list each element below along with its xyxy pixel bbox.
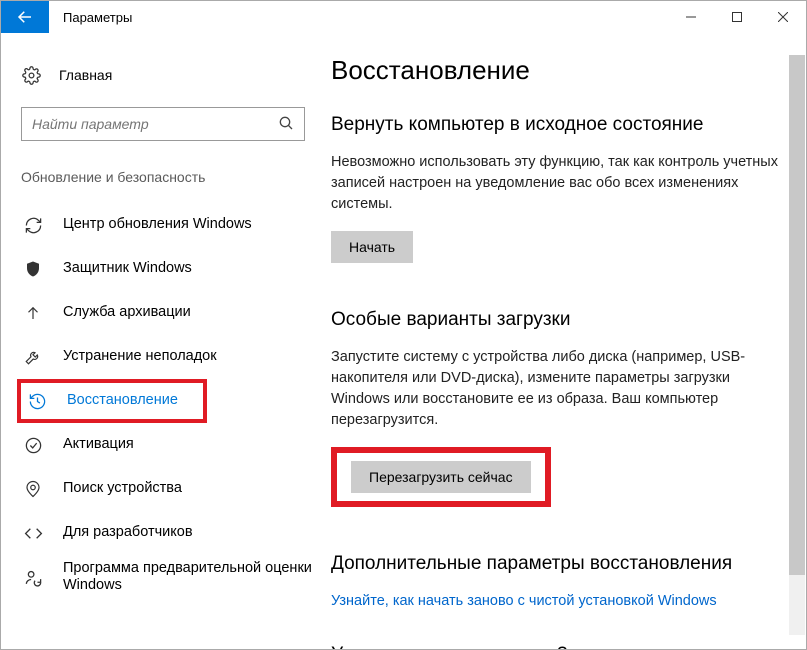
wrench-icon <box>23 348 43 366</box>
search-box[interactable] <box>21 107 305 141</box>
close-button[interactable] <box>760 1 806 33</box>
sidebar-item-activation[interactable]: Активация <box>21 423 331 467</box>
window-title: Параметры <box>63 10 132 25</box>
reset-heading: Вернуть компьютер в исходное состояние <box>331 114 786 136</box>
sync-icon <box>23 216 43 235</box>
page-title: Восстановление <box>331 55 786 86</box>
sidebar-item-label: Активация <box>63 436 331 453</box>
scrollbar[interactable] <box>789 55 805 635</box>
sidebar-item-label: Служба архивации <box>63 304 331 321</box>
section-more-recovery: Дополнительные параметры восстановления … <box>331 553 786 612</box>
scrollbar-thumb[interactable] <box>789 55 805 575</box>
sidebar-item-troubleshoot[interactable]: Устранение неполадок <box>21 335 331 379</box>
sidebar-item-insider[interactable]: Программа предварительной оценки Windows <box>21 555 331 599</box>
search-input[interactable] <box>32 116 278 132</box>
home-label: Главная <box>59 67 112 83</box>
history-icon <box>27 392 47 411</box>
sidebar-item-windows-update[interactable]: Центр обновления Windows <box>21 203 331 247</box>
check-circle-icon <box>23 436 43 455</box>
code-icon <box>23 524 43 543</box>
person-sync-icon <box>23 568 43 587</box>
shield-icon <box>23 260 43 278</box>
sidebar-item-label: Поиск устройства <box>63 480 331 497</box>
sidebar-item-label: Восстановление <box>67 392 203 409</box>
settings-window: Параметры Главная <box>0 0 807 650</box>
maximize-button[interactable] <box>714 1 760 33</box>
restart-now-button[interactable]: Перезагрузить сейчас <box>351 461 531 493</box>
minimize-button[interactable] <box>668 1 714 33</box>
sidebar-item-defender[interactable]: Защитник Windows <box>21 247 331 291</box>
sidebar-item-label: Программа предварительной оценки Windows <box>63 560 331 595</box>
sidebar-item-label: Для разработчиков <box>63 524 331 541</box>
section-faq: У вас появились вопросы? <box>331 644 786 649</box>
restart-highlight: Перезагрузить сейчас <box>331 447 551 507</box>
sidebar-item-backup[interactable]: Служба архивации <box>21 291 331 335</box>
sidebar-item-label: Защитник Windows <box>63 260 331 277</box>
sidebar-item-label: Устранение неполадок <box>63 348 331 365</box>
reset-body: Невозможно использовать эту функцию, так… <box>331 152 786 215</box>
advanced-body: Запустите систему с устройства либо диск… <box>331 347 786 431</box>
gear-icon <box>21 66 41 85</box>
content: Восстановление Вернуть компьютер в исход… <box>331 33 806 649</box>
sidebar-item-find-device[interactable]: Поиск устройства <box>21 467 331 511</box>
section-advanced-startup: Особые варианты загрузки Запустите систе… <box>331 309 786 507</box>
advanced-heading: Особые варианты загрузки <box>331 309 786 331</box>
home-link[interactable]: Главная <box>21 57 331 93</box>
upload-icon <box>23 304 43 322</box>
sidebar-item-developers[interactable]: Для разработчиков <box>21 511 331 555</box>
reset-button[interactable]: Начать <box>331 231 413 263</box>
location-icon <box>23 480 43 498</box>
fresh-start-link[interactable]: Узнайте, как начать заново с чистой уста… <box>331 593 717 609</box>
sidebar-item-label: Центр обновления Windows <box>63 216 331 233</box>
sidebar-item-recovery[interactable]: Восстановление <box>17 379 207 423</box>
titlebar: Параметры <box>1 1 806 33</box>
back-button[interactable] <box>1 1 49 33</box>
more-heading: Дополнительные параметры восстановления <box>331 553 786 575</box>
sidebar: Главная Обновление и безопасность Центр … <box>1 33 331 649</box>
section-reset: Вернуть компьютер в исходное состояние Н… <box>331 114 786 263</box>
faq-heading: У вас появились вопросы? <box>331 644 786 649</box>
search-icon <box>278 115 294 134</box>
group-title: Обновление и безопасность <box>21 169 331 185</box>
